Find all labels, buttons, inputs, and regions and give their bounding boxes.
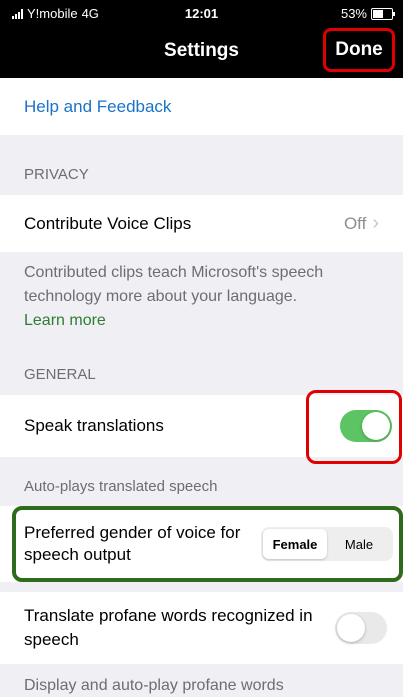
highlight-box-toggle xyxy=(306,390,402,464)
contribute-description-text: Contributed clips teach Microsoft's spee… xyxy=(24,264,324,305)
profane-words-toggle[interactable] xyxy=(335,612,387,644)
help-feedback-link[interactable]: Help and Feedback xyxy=(24,97,171,117)
contribute-voice-clips-value: Off xyxy=(343,213,367,233)
profane-words-description: Display and auto-play profane words xyxy=(24,677,284,694)
chevron-right-icon: › xyxy=(372,212,379,234)
contribute-voice-clips-value-group: Off › xyxy=(344,212,379,235)
general-section-header: GENERAL xyxy=(24,366,96,383)
speak-translations-label: Speak translations xyxy=(24,416,164,435)
status-bar: Y!mobile 4G 12:01 53% xyxy=(0,0,403,26)
speak-translations-description: Auto-plays translated speech xyxy=(24,478,218,495)
battery-icon xyxy=(371,7,395,20)
privacy-section-header: PRIVACY xyxy=(24,166,89,183)
profane-words-control xyxy=(335,612,387,644)
contribute-voice-clips-row[interactable]: Contribute Voice Clips Off › xyxy=(0,195,403,252)
help-feedback-row[interactable]: Help and Feedback xyxy=(0,78,403,135)
profane-words-label: Translate profane words recognized in sp… xyxy=(24,606,313,649)
profane-words-row: Translate profane words recognized in sp… xyxy=(0,592,403,664)
highlight-box-gender xyxy=(12,506,403,582)
learn-more-link[interactable]: Learn more xyxy=(24,312,106,329)
battery-percent: 53% xyxy=(340,6,367,21)
contribute-voice-clips-label: Contribute Voice Clips xyxy=(24,213,192,233)
battery-status: 53% xyxy=(340,6,395,21)
contribute-description: Contributed clips teach Microsoft's spee… xyxy=(24,261,384,333)
top-bar: Y!mobile 4G 12:01 53% Settings Done xyxy=(0,0,403,78)
done-button[interactable]: Done xyxy=(323,28,395,72)
